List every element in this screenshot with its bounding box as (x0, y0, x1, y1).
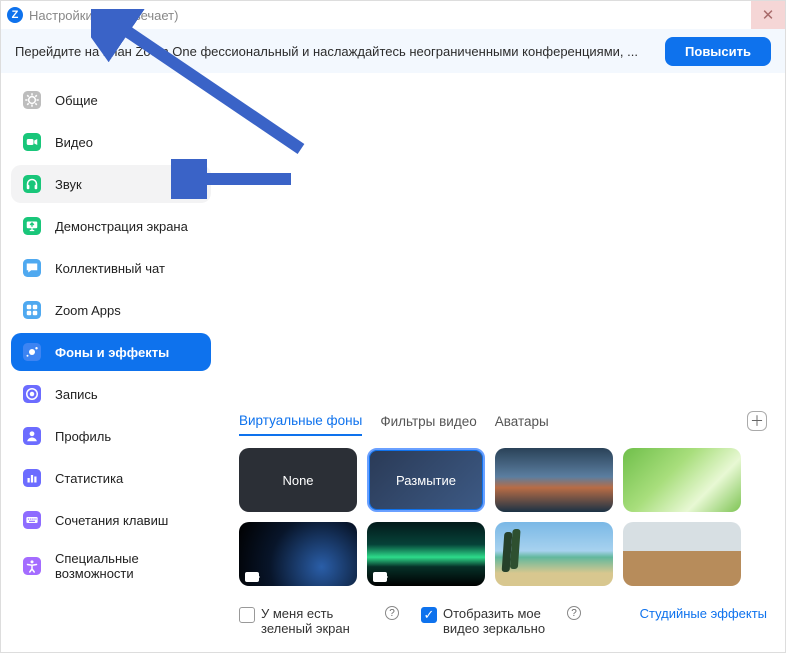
sidebar-item-label: Zoom Apps (55, 303, 121, 318)
options-row: У меня есть зеленый экран ? ✓ Отобразить… (239, 606, 767, 636)
sidebar-item-label: Запись (55, 387, 98, 402)
record-icon (21, 383, 43, 405)
tab-avatars[interactable]: Аватары (495, 414, 549, 435)
sidebar-item-label: Звук (55, 177, 82, 192)
sidebar-item-keyboard[interactable]: Сочетания клавиш (11, 501, 211, 539)
sidebar-item-gear[interactable]: Общие (11, 81, 211, 119)
checkbox-checked-icon[interactable]: ✓ (421, 607, 437, 623)
sidebar-item-headphones[interactable]: Звук (11, 165, 211, 203)
sidebar-item-record[interactable]: Запись (11, 375, 211, 413)
studio-effects-link[interactable]: Студийные эффекты (640, 606, 767, 621)
background-tile-beach[interactable] (495, 522, 613, 586)
help-icon[interactable]: ? (567, 606, 581, 620)
mirror-video-option[interactable]: ✓ Отобразить мое видео зеркально ? (421, 606, 581, 636)
gear-icon (21, 89, 43, 111)
apps-icon (21, 299, 43, 321)
background-tile-bridge[interactable] (495, 448, 613, 512)
background-tile-room[interactable] (623, 522, 741, 586)
stats-icon (21, 467, 43, 489)
sidebar-item-sparkle[interactable]: Фоны и эффекты (11, 333, 211, 371)
sidebar-item-label: Демонстрация экрана (55, 219, 188, 234)
sidebar-item-accessibility[interactable]: Специальные возможности (11, 543, 211, 589)
close-button[interactable]: ✕ (751, 1, 785, 29)
background-tile-blur[interactable]: Размытие (367, 448, 485, 512)
background-tile-earth[interactable] (239, 522, 357, 586)
sidebar-item-label: Специальные возможности (55, 551, 201, 581)
green-screen-option[interactable]: У меня есть зеленый экран ? (239, 606, 399, 636)
option-label: У меня есть зеленый экран (261, 606, 379, 636)
sidebar-item-label: Статистика (55, 471, 123, 486)
accessibility-icon (21, 555, 43, 577)
title-bar: Z Настройки (Не отвечает) ✕ (1, 1, 785, 29)
sidebar-item-profile[interactable]: Профиль (11, 417, 211, 455)
help-icon[interactable]: ? (385, 606, 399, 620)
zoom-app-icon: Z (7, 7, 23, 23)
upgrade-button[interactable]: Повысить (665, 37, 771, 66)
tabs: Виртуальные фоны Фильтры видео Аватары ＋ (239, 413, 767, 436)
background-tile-label: None (282, 473, 313, 488)
tab-virtual-backgrounds[interactable]: Виртуальные фоны (239, 413, 362, 436)
window-title: Настройки (Не отвечает) (29, 8, 178, 23)
background-tile-label: Размытие (396, 473, 456, 488)
screen-icon (21, 215, 43, 237)
main-panel: Виртуальные фоны Фильтры видео Аватары ＋… (221, 73, 785, 652)
sidebar-item-chat[interactable]: Коллективный чат (11, 249, 211, 287)
camera-icon (21, 131, 43, 153)
profile-icon (21, 425, 43, 447)
video-icon (373, 572, 387, 582)
sparkle-icon (21, 341, 43, 363)
add-background-button[interactable]: ＋ (747, 411, 767, 431)
background-grid: None Размытие (239, 448, 767, 586)
sidebar-item-label: Профиль (55, 429, 111, 444)
sidebar-item-apps[interactable]: Zoom Apps (11, 291, 211, 329)
sidebar-item-stats[interactable]: Статистика (11, 459, 211, 497)
keyboard-icon (21, 509, 43, 531)
upgrade-banner: Перейдите на план Zoom One фессиональный… (1, 29, 785, 73)
sidebar: Общие Видео Звук Демонстрация экрана Коллект… (1, 73, 221, 652)
background-tile-grass[interactable] (623, 448, 741, 512)
sidebar-item-label: Фоны и эффекты (55, 345, 169, 360)
background-tile-aurora[interactable] (367, 522, 485, 586)
sidebar-item-camera[interactable]: Видео (11, 123, 211, 161)
sidebar-item-label: Общие (55, 93, 98, 108)
banner-text: Перейдите на план Zoom One фессиональный… (15, 44, 638, 59)
sidebar-item-label: Видео (55, 135, 93, 150)
background-tile-none[interactable]: None (239, 448, 357, 512)
checkbox-unchecked-icon[interactable] (239, 607, 255, 623)
video-icon (245, 572, 259, 582)
headphones-icon (21, 173, 43, 195)
sidebar-item-screen[interactable]: Демонстрация экрана (11, 207, 211, 245)
option-label: Отобразить мое видео зеркально (443, 606, 561, 636)
sidebar-item-label: Коллективный чат (55, 261, 165, 276)
tab-video-filters[interactable]: Фильтры видео (380, 414, 476, 435)
sidebar-item-label: Сочетания клавиш (55, 513, 168, 528)
chat-icon (21, 257, 43, 279)
